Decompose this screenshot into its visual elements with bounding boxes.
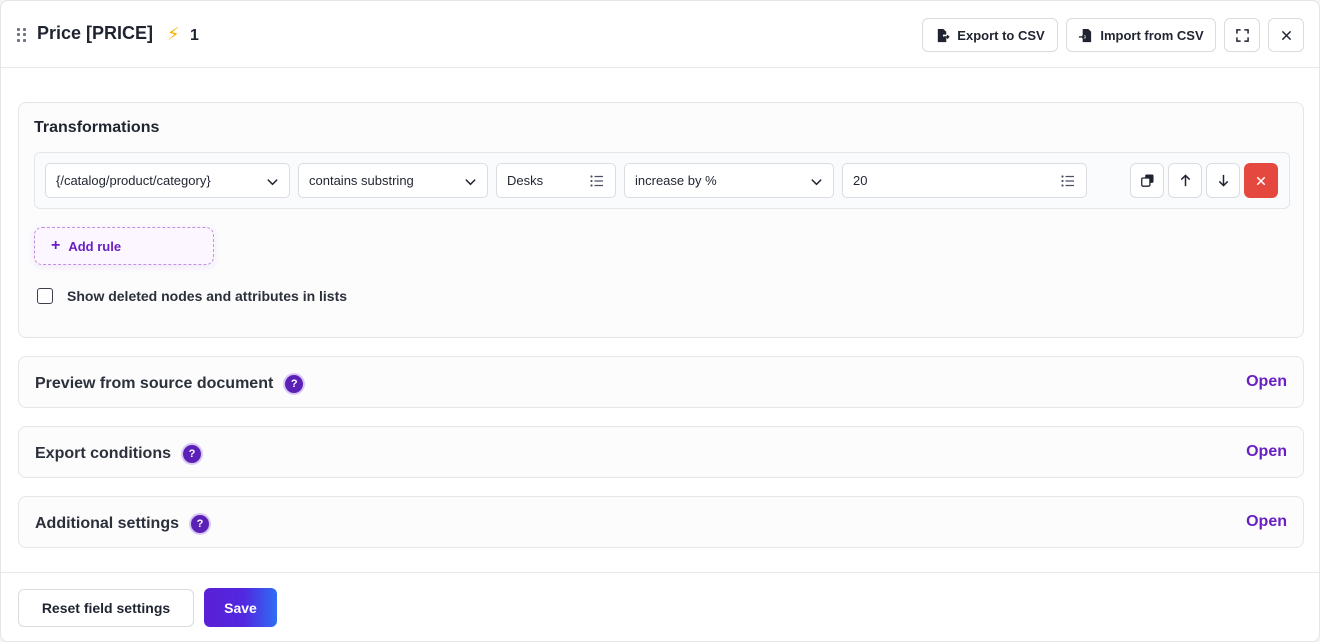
field-settings-modal: Price [PRICE] ⚡ 1 Export to CSV Import f… bbox=[0, 0, 1320, 642]
action-value: increase by % bbox=[635, 173, 717, 188]
close-icon bbox=[1256, 176, 1266, 185]
list-icon[interactable] bbox=[590, 174, 604, 188]
condition-select[interactable]: contains substring bbox=[298, 163, 488, 198]
lightning-icon: ⚡ bbox=[167, 24, 180, 44]
chevron-down-icon bbox=[465, 179, 476, 186]
move-rule-down-button[interactable] bbox=[1206, 163, 1240, 198]
file-export-icon bbox=[938, 28, 951, 42]
preview-title-text: Preview from source document bbox=[35, 375, 274, 392]
additional-settings-title-text: Additional settings bbox=[35, 515, 179, 532]
help-icon[interactable]: ? bbox=[181, 443, 203, 465]
duplicate-rule-button[interactable] bbox=[1130, 163, 1164, 198]
amount-input[interactable]: 20 bbox=[842, 163, 1087, 198]
move-rule-up-button[interactable] bbox=[1168, 163, 1202, 198]
show-deleted-option: Show deleted nodes and attributes in lis… bbox=[37, 288, 347, 304]
transformation-count: 1 bbox=[190, 27, 199, 44]
add-rule-button[interactable]: + Add rule bbox=[34, 227, 214, 265]
modal-header: Price [PRICE] ⚡ 1 Export to CSV Import f… bbox=[1, 1, 1319, 68]
import-csv-label: Import from CSV bbox=[1100, 27, 1204, 43]
reset-field-settings-button[interactable]: Reset field settings bbox=[18, 589, 194, 627]
action-select[interactable]: increase by % bbox=[624, 163, 834, 198]
chevron-down-icon bbox=[267, 179, 278, 186]
export-conditions-open-link[interactable]: Open bbox=[1246, 443, 1287, 461]
additional-settings-title: Additional settings ? bbox=[35, 513, 211, 535]
export-conditions-title: Export conditions ? bbox=[35, 443, 203, 465]
chevron-down-icon bbox=[811, 179, 822, 186]
additional-settings-open-link[interactable]: Open bbox=[1246, 513, 1287, 531]
preview-section[interactable]: Preview from source document ? Open bbox=[18, 356, 1304, 408]
drag-handle-icon[interactable] bbox=[17, 28, 26, 42]
fullscreen-button[interactable] bbox=[1224, 18, 1260, 52]
add-rule-label: Add rule bbox=[68, 238, 122, 254]
expand-icon bbox=[1235, 28, 1249, 42]
transformation-rule-row: {/catalog/product/category} contains sub… bbox=[34, 152, 1290, 209]
file-import-icon bbox=[1079, 28, 1092, 42]
match-value-text: Desks bbox=[507, 173, 544, 188]
source-path-value: {/catalog/product/category} bbox=[56, 173, 211, 188]
condition-value: contains substring bbox=[309, 173, 414, 188]
export-conditions-section[interactable]: Export conditions ? Open bbox=[18, 426, 1304, 478]
delete-rule-button[interactable] bbox=[1244, 163, 1278, 198]
close-button[interactable] bbox=[1268, 18, 1304, 52]
help-icon[interactable]: ? bbox=[189, 513, 211, 535]
export-csv-label: Export to CSV bbox=[957, 27, 1045, 43]
transformations-title: Transformations bbox=[34, 119, 160, 136]
modal-footer: Reset field settings Save bbox=[1, 572, 1319, 641]
show-deleted-label: Show deleted nodes and attributes in lis… bbox=[67, 288, 348, 304]
amount-value: 20 bbox=[853, 173, 868, 188]
arrow-up-icon bbox=[1180, 174, 1190, 187]
plus-icon: + bbox=[51, 237, 61, 254]
match-value-input[interactable]: Desks bbox=[496, 163, 616, 198]
transformations-panel: Transformations {/catalog/product/catego… bbox=[18, 102, 1304, 338]
copy-icon bbox=[1140, 174, 1154, 187]
help-icon[interactable]: ? bbox=[283, 373, 306, 395]
list-icon[interactable] bbox=[1061, 174, 1075, 188]
arrow-down-icon bbox=[1218, 174, 1228, 187]
save-button[interactable]: Save bbox=[204, 588, 277, 627]
preview-section-title: Preview from source document ? bbox=[35, 373, 306, 395]
close-icon bbox=[1281, 30, 1291, 40]
export-csv-button[interactable]: Export to CSV bbox=[922, 18, 1058, 52]
additional-settings-section[interactable]: Additional settings ? Open bbox=[18, 496, 1304, 548]
preview-open-link[interactable]: Open bbox=[1246, 373, 1287, 391]
show-deleted-checkbox[interactable] bbox=[37, 288, 53, 304]
field-title: Price [PRICE] bbox=[37, 23, 154, 43]
import-csv-button[interactable]: Import from CSV bbox=[1066, 18, 1216, 52]
export-conditions-title-text: Export conditions bbox=[35, 445, 171, 462]
source-path-select[interactable]: {/catalog/product/category} bbox=[45, 163, 290, 198]
